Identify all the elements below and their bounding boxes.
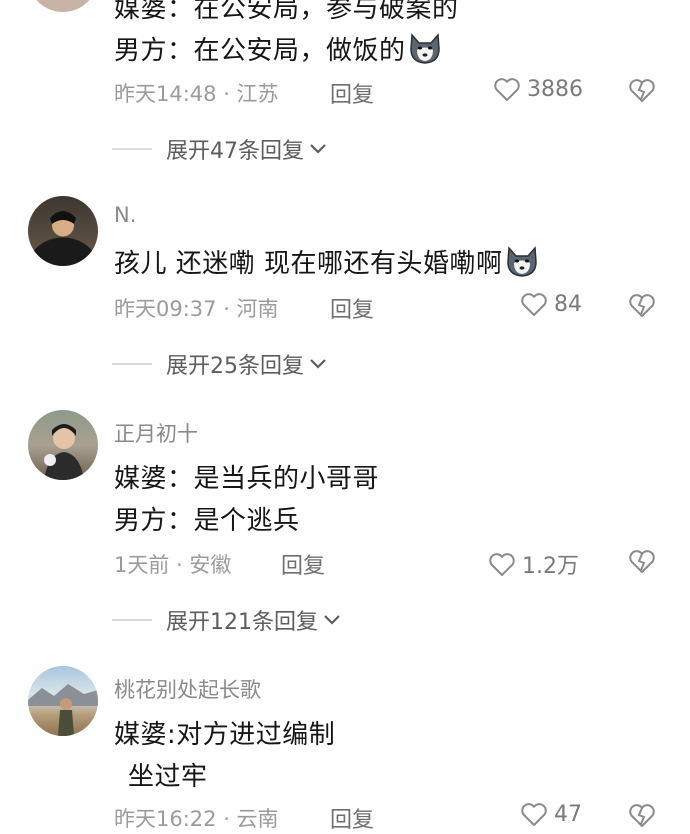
husky-emoji-icon (506, 246, 537, 277)
reply-button[interactable]: 回复 (330, 802, 374, 834)
dislike-button[interactable] (628, 293, 656, 322)
comment-line: 坐过牢 (128, 762, 208, 792)
reply-button[interactable]: 回复 (330, 77, 374, 109)
expand-replies[interactable]: 展开25条回复 (112, 348, 328, 380)
broken-heart-icon (629, 294, 655, 317)
comment-line: 媒婆：在公安局，参与破案的 (114, 0, 459, 24)
like-button[interactable]: 84 (520, 292, 582, 317)
like-count: 1.2万 (522, 554, 579, 579)
divider (112, 363, 152, 365)
expand-replies-label: 展开25条回复 (166, 354, 304, 379)
broken-heart-icon (629, 804, 655, 827)
comment-time-location: 1天前 · 安徽 (114, 553, 232, 577)
reply-button[interactable]: 回复 (281, 548, 325, 580)
comment-line: 男方：是个逃兵 (114, 506, 300, 536)
heart-outline-icon (494, 78, 520, 101)
comment-line: 媒婆:对方进过编制 (114, 720, 336, 750)
avatar-image (28, 684, 98, 736)
dislike-button[interactable] (628, 549, 656, 578)
divider (112, 619, 152, 621)
expand-replies[interactable]: 展开47条回复 (112, 133, 328, 165)
heart-outline-icon (521, 803, 547, 826)
commenter-avatar[interactable] (28, 0, 98, 12)
dislike-button[interactable] (628, 803, 656, 832)
heart-outline-icon (489, 552, 515, 576)
chevron-down-icon (310, 144, 326, 154)
comment-time-location: 昨天09:37 · 河南 (114, 297, 279, 321)
like-button[interactable]: 1.2万 (488, 548, 579, 580)
broken-heart-icon (629, 550, 655, 573)
commenter-name[interactable]: N. (114, 203, 136, 227)
comment-time-location: 昨天16:22 · 云南 (114, 807, 279, 831)
husky-emoji-icon (409, 33, 440, 64)
dislike-button[interactable] (628, 78, 656, 107)
commenter-name[interactable]: 正月初十 (114, 418, 198, 448)
commenter-avatar[interactable] (28, 410, 98, 480)
like-count: 3886 (527, 77, 583, 102)
comment-time-location: 昨天14:48 · 江苏 (114, 82, 279, 106)
commenter-avatar[interactable] (28, 196, 98, 266)
commenter-avatar[interactable] (28, 666, 98, 736)
divider (112, 148, 152, 150)
heart-outline-icon (521, 293, 547, 316)
expand-replies-label: 展开121条回复 (166, 610, 318, 635)
comment-line: 媒婆：是当兵的小哥哥 (114, 464, 380, 494)
commenter-name[interactable]: 桃花别处起长歌 (114, 674, 261, 704)
reply-button[interactable]: 回复 (330, 292, 374, 324)
like-button[interactable]: 47 (520, 802, 582, 827)
chevron-down-icon (310, 359, 326, 369)
avatar-image (50, 211, 76, 224)
comment-line: 孩儿 还迷嘞 现在哪还有头婚嘞啊 (114, 243, 539, 280)
expand-replies-label: 展开47条回复 (166, 139, 304, 164)
broken-heart-icon (629, 79, 655, 102)
like-count: 47 (554, 802, 582, 827)
like-count: 84 (554, 292, 582, 317)
chevron-down-icon (324, 615, 340, 625)
comment-line: 男方：在公安局，做饭的 (114, 30, 442, 67)
avatar-image (44, 424, 84, 480)
expand-replies[interactable]: 展开121条回复 (112, 604, 342, 636)
like-button[interactable]: 3886 (493, 77, 583, 102)
